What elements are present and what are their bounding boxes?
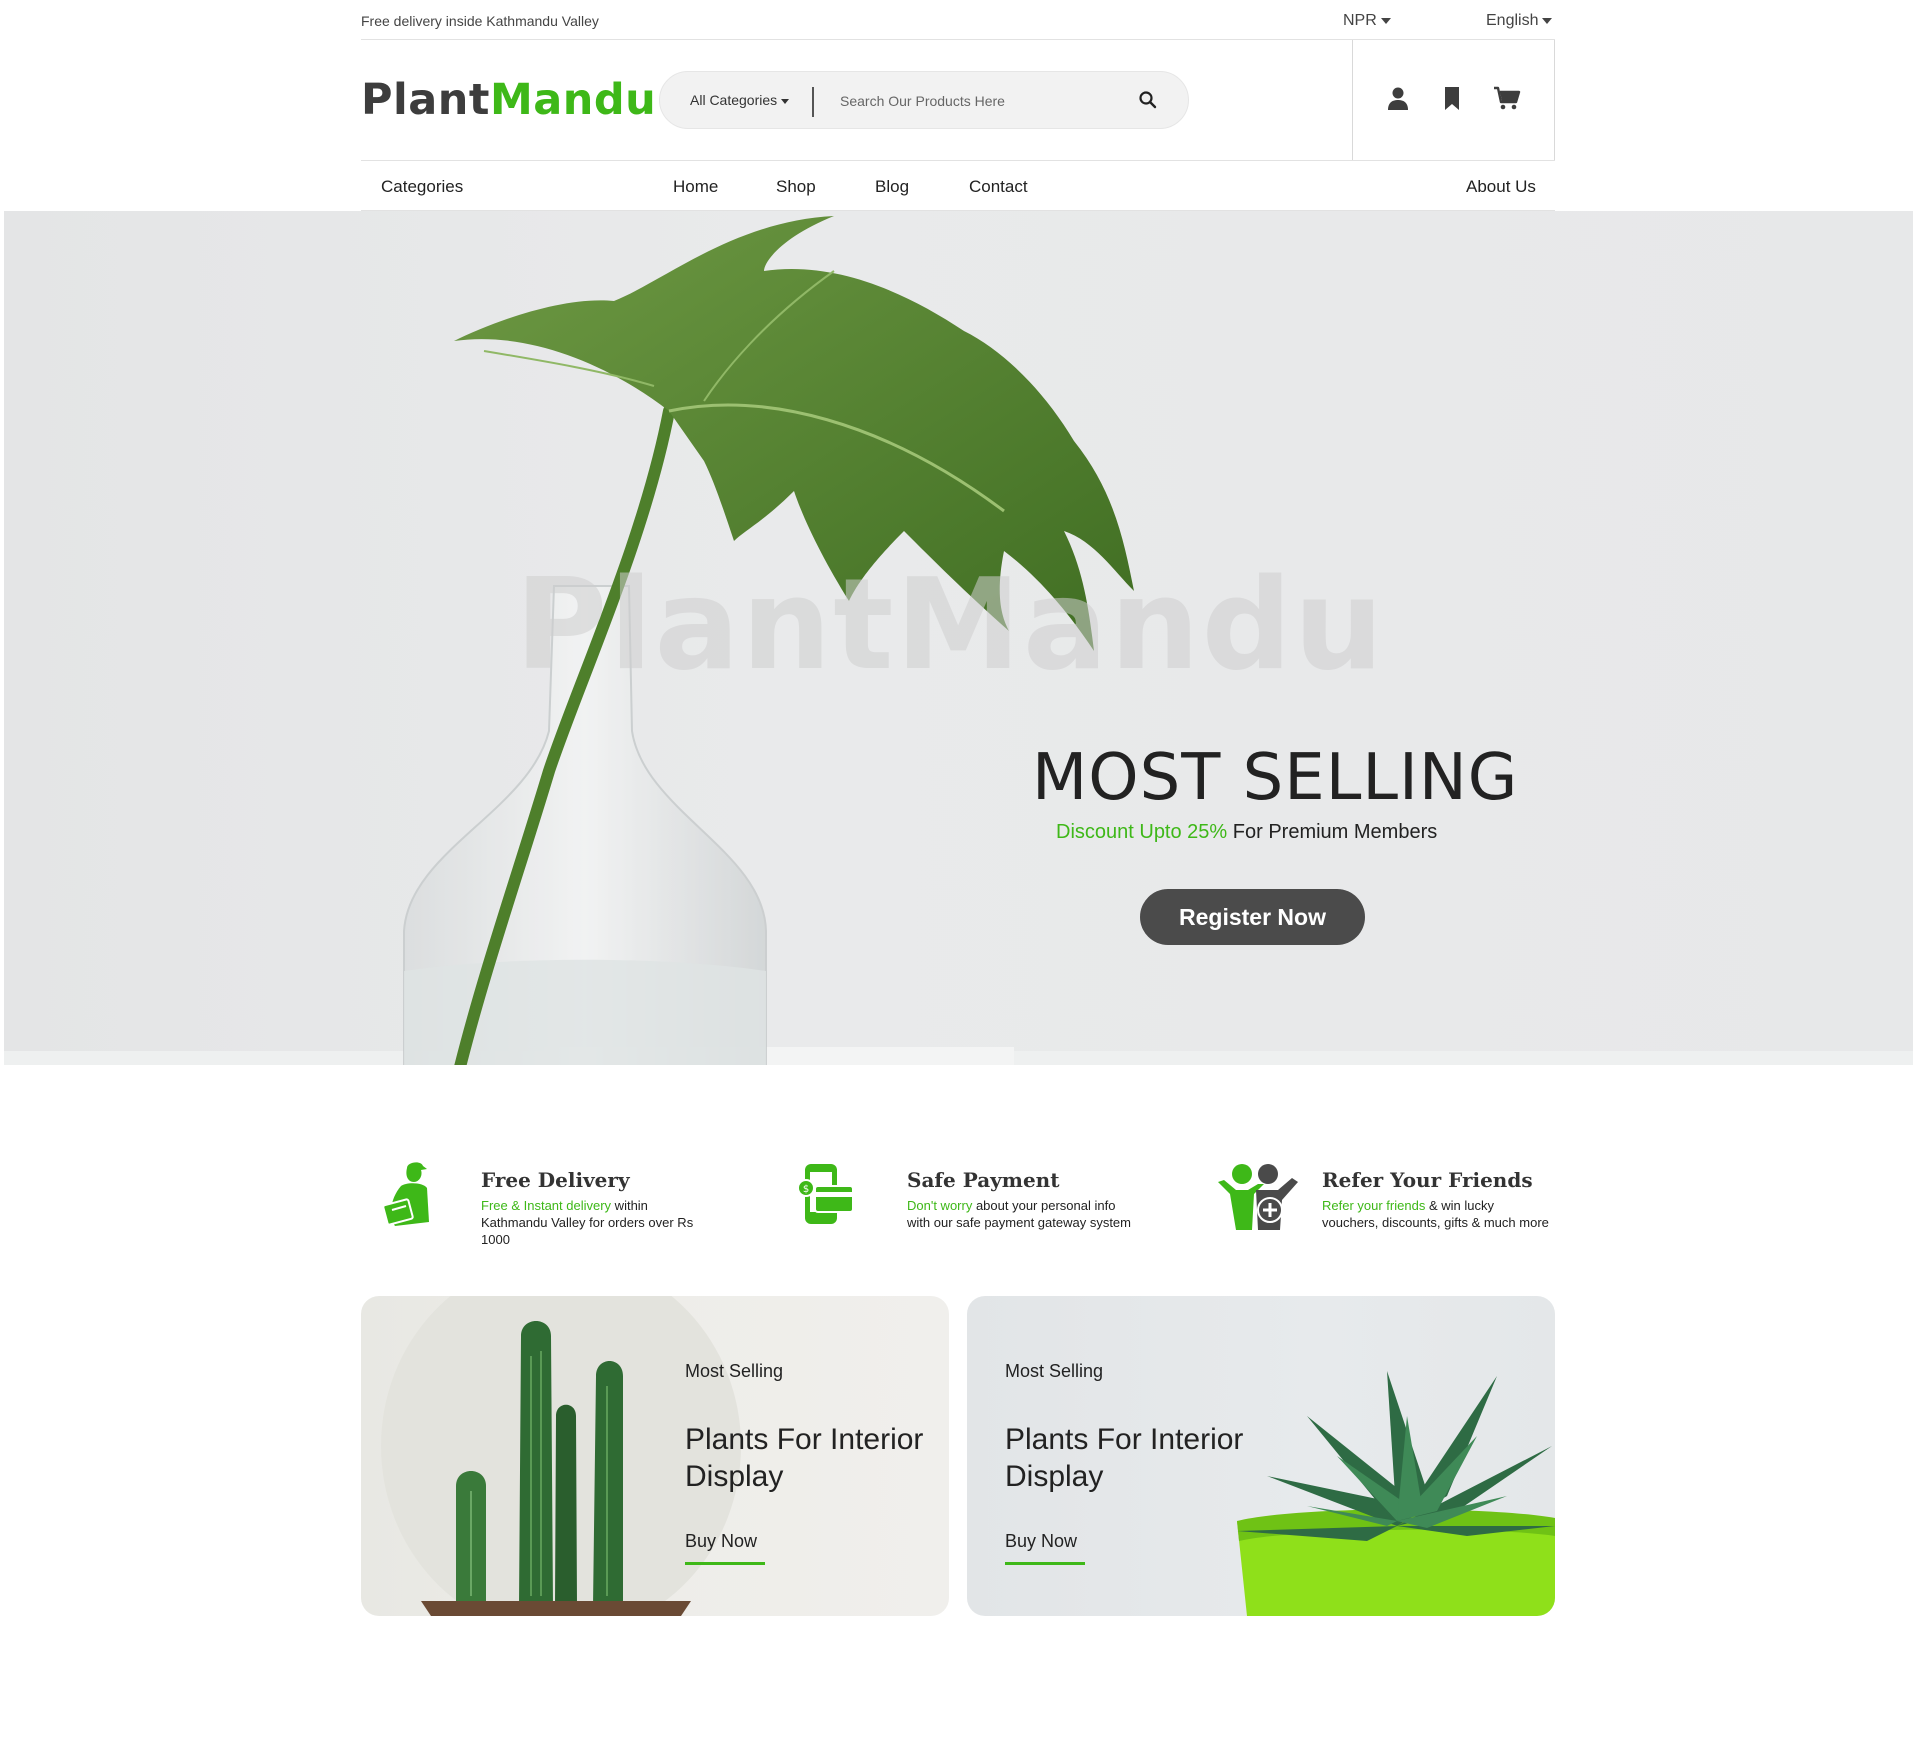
buy-now-link[interactable]: Buy Now <box>1005 1531 1085 1565</box>
svg-text:$: $ <box>803 1184 809 1195</box>
logo-part-mandu: Mandu <box>489 75 657 125</box>
hero-banner: PlantMandu MOST SELLING Discount Upto 25… <box>4 211 1913 1065</box>
search-icon[interactable] <box>1138 90 1158 110</box>
promo-card-cactus[interactable]: Most Selling Plants For Interior Display… <box>361 1296 949 1616</box>
feature-title: Free Delivery <box>481 1168 630 1192</box>
promo-label: Most Selling <box>1005 1361 1104 1381</box>
cart-icon[interactable] <box>1493 85 1521 111</box>
nav-home[interactable]: Home <box>673 177 718 197</box>
hero-discount: Discount Upto 25% <box>1056 821 1228 843</box>
mobile-payment-icon: $ <box>797 1164 854 1224</box>
delivery-person-icon <box>382 1162 429 1226</box>
category-select[interactable]: All Categories <box>690 92 790 108</box>
header: PlantMandu All Categories <box>361 40 1555 161</box>
delivery-note: Free delivery inside Kathmandu Valley <box>361 13 599 29</box>
bookmark-icon[interactable] <box>1439 85 1465 111</box>
promo-card-succulent[interactable]: Most Selling Plants For Interior Display… <box>967 1296 1555 1616</box>
search-divider <box>812 87 814 117</box>
search-input[interactable] <box>840 86 1140 116</box>
header-actions <box>1352 40 1555 160</box>
promo-title: Plants For Interior Display <box>1005 1423 1244 1493</box>
caret-down-icon <box>781 98 790 104</box>
feature-text: Free & Instant delivery within Kathmandu… <box>481 1197 711 1248</box>
hero-title: MOST SELLING <box>1032 741 1519 815</box>
feature-text: Don't worry about your personal info wit… <box>907 1197 1137 1231</box>
nav-about-us[interactable]: About Us <box>1466 177 1536 197</box>
search-bar: All Categories <box>659 71 1189 129</box>
hero-subtitle: Discount Upto 25% For Premium Members <box>1056 821 1437 844</box>
language-dropdown[interactable]: English <box>1486 12 1553 30</box>
feature-highlight: Don't worry <box>907 1198 973 1213</box>
top-bar: Free delivery inside Kathmandu Valley NP… <box>361 0 1555 40</box>
register-now-button[interactable]: Register Now <box>1140 889 1365 945</box>
hero-subtitle-rest: For Premium Members <box>1227 821 1438 843</box>
nav-categories[interactable]: Categories <box>381 177 463 197</box>
nav-blog[interactable]: Blog <box>875 177 909 197</box>
language-label: English <box>1486 12 1539 29</box>
main-nav: Categories Home Shop Blog Contact About … <box>361 161 1555 211</box>
promo-title: Plants For Interior Display <box>685 1423 924 1493</box>
feature-title: Refer Your Friends <box>1322 1168 1533 1192</box>
category-select-label: All Categories <box>690 92 778 108</box>
logo[interactable]: PlantMandu <box>361 75 656 125</box>
hero-watermark: PlantMandu <box>515 551 1386 698</box>
refer-friends-icon <box>1218 1164 1298 1230</box>
caret-down-icon <box>1542 17 1553 24</box>
nav-shop[interactable]: Shop <box>776 177 816 197</box>
promo-label: Most Selling <box>685 1361 784 1381</box>
feature-text: Refer your friends & win lucky vouchers,… <box>1322 1197 1552 1231</box>
nav-contact[interactable]: Contact <box>969 177 1028 197</box>
user-icon[interactable] <box>1385 85 1411 111</box>
currency-label: NPR <box>1343 12 1377 29</box>
feature-title: Safe Payment <box>907 1168 1060 1192</box>
buy-now-link[interactable]: Buy Now <box>685 1531 765 1565</box>
feature-highlight: Free & Instant delivery <box>481 1198 612 1213</box>
logo-part-plant: Plant <box>361 75 490 125</box>
feature-highlight: Refer your friends <box>1322 1198 1426 1213</box>
caret-down-icon <box>1380 17 1391 24</box>
currency-dropdown[interactable]: NPR <box>1343 12 1391 30</box>
